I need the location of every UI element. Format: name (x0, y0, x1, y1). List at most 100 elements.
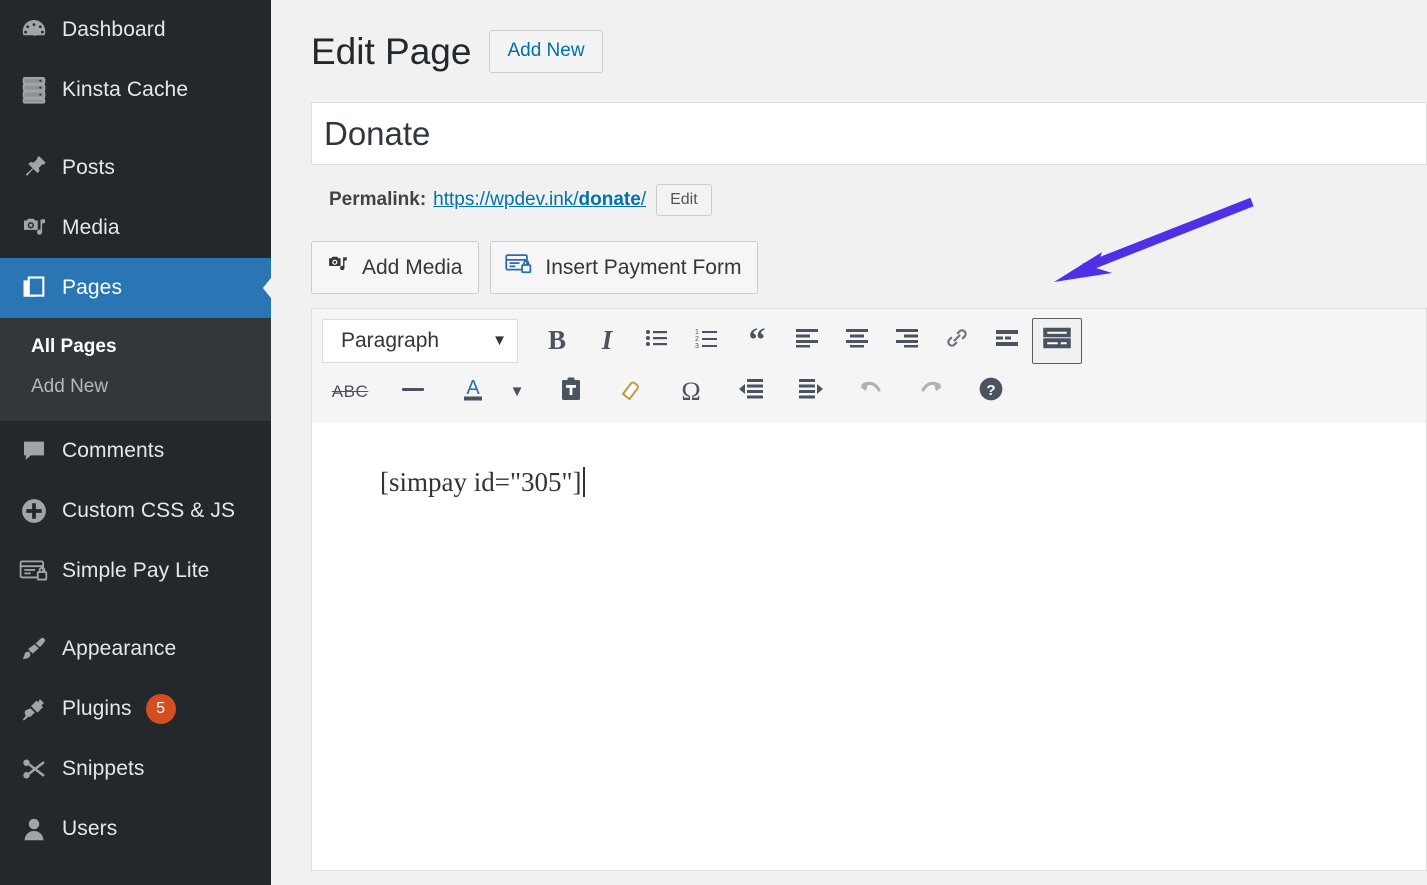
media-icon (6, 213, 62, 243)
pin-icon (6, 153, 62, 183)
bold-button[interactable]: B (532, 318, 582, 364)
sidebar-item-label: Plugins (62, 697, 132, 721)
permalink-slug: donate (579, 189, 641, 210)
pages-icon (6, 274, 62, 302)
comment-icon (6, 436, 62, 466)
insert-link-button[interactable] (932, 318, 982, 364)
sidebar-item-label: Simple Pay Lite (62, 559, 209, 583)
sidebar-subitem-label: All Pages (31, 336, 117, 357)
edit-permalink-button[interactable]: Edit (656, 184, 712, 216)
sidebar-item-custom-css-js[interactable]: Custom CSS & JS (0, 481, 271, 541)
admin-sidebar: Dashboard Kinsta Cache (0, 0, 271, 885)
chevron-down-icon: ▼ (510, 383, 525, 400)
sidebar-item-users[interactable]: Users (0, 799, 271, 859)
paragraph-format-select[interactable]: Paragraph ▼ (322, 319, 518, 363)
align-right-icon (895, 328, 919, 353)
page-header: Edit Page Add New (311, 0, 1427, 80)
blockquote-icon: “ (749, 329, 766, 353)
paragraph-format-value: Paragraph (341, 329, 439, 353)
paste-as-text-button[interactable] (546, 369, 596, 415)
post-title-input[interactable]: Donate (311, 102, 1427, 165)
permalink-suffix: / (641, 189, 646, 210)
permalink-prefix: https://wpdev.ink/ (433, 189, 578, 210)
redo-button[interactable] (906, 369, 956, 415)
italic-icon: I (602, 325, 613, 356)
sidebar-item-snippets[interactable]: Snippets (0, 739, 271, 799)
decrease-indent-button[interactable] (726, 369, 776, 415)
sidebar-subitem-label: Add New (31, 376, 108, 397)
sidebar-item-media[interactable]: Media (0, 198, 271, 258)
add-new-button[interactable]: Add New (489, 30, 602, 73)
editor-content-text: [simpay id="305"] (380, 467, 582, 498)
server-icon (6, 75, 62, 105)
edit-page-main: Edit Page Add New Donate Permalink: http… (271, 0, 1427, 885)
increase-indent-button[interactable] (786, 369, 836, 415)
media-buttons-row: Add Media Insert Payment Form (311, 241, 1427, 294)
sidebar-item-comments[interactable]: Comments (0, 421, 271, 481)
align-center-button[interactable] (832, 318, 882, 364)
text-color-button[interactable]: A (448, 369, 498, 415)
sidebar-item-label: Appearance (62, 637, 176, 661)
sidebar-item-posts[interactable]: Posts (0, 138, 271, 198)
plus-circle-icon (6, 496, 62, 526)
svg-text:3: 3 (695, 343, 699, 349)
svg-text:A: A (466, 377, 480, 399)
undo-icon (857, 377, 885, 406)
sidebar-item-simple-pay-lite[interactable]: Simple Pay Lite (0, 541, 271, 601)
blockquote-button[interactable]: “ (732, 318, 782, 364)
read-more-button[interactable] (982, 318, 1032, 364)
sidebar-item-kinsta-cache[interactable]: Kinsta Cache (0, 60, 271, 120)
special-character-button[interactable]: Ω (666, 369, 716, 415)
toolbar-toggle-button[interactable] (1032, 318, 1082, 364)
keyboard-shortcuts-button[interactable]: ? (966, 369, 1016, 415)
strikethrough-button[interactable]: ABC (322, 369, 378, 415)
sidebar-submenu-pages: All Pages Add New (0, 318, 271, 421)
dashboard-icon (6, 15, 62, 45)
media-icon (326, 252, 351, 283)
sidebar-subitem-all-pages[interactable]: All Pages (0, 327, 271, 367)
increase-indent-icon (798, 378, 824, 405)
numbered-list-button[interactable]: 1 2 3 (682, 318, 732, 364)
align-left-icon (795, 328, 819, 353)
italic-button[interactable]: I (582, 318, 632, 364)
insert-payment-form-button[interactable]: Insert Payment Form (490, 241, 758, 294)
bulleted-list-button[interactable] (632, 318, 682, 364)
undo-button[interactable] (846, 369, 896, 415)
user-icon (6, 814, 62, 844)
sidebar-item-dashboard[interactable]: Dashboard (0, 0, 271, 60)
svg-text:1: 1 (695, 329, 699, 336)
sidebar-item-label: Users (62, 817, 117, 841)
text-color-options-button[interactable]: ▼ (498, 369, 536, 415)
sidebar-item-plugins[interactable]: Plugins 5 (0, 679, 271, 739)
strikethrough-icon: ABC (332, 382, 368, 402)
sidebar-item-label: Media (62, 216, 120, 240)
permalink-label: Permalink: (329, 189, 426, 211)
sidebar-item-label: Pages (62, 276, 122, 300)
paintbrush-icon (6, 634, 62, 664)
sidebar-item-appearance[interactable]: Appearance (0, 619, 271, 679)
editor-toolbar-row-2: ABC A (322, 366, 1418, 417)
svg-text:2: 2 (695, 336, 699, 343)
permalink-link[interactable]: https://wpdev.ink/donate/ (433, 189, 646, 211)
text-color-icon: A (460, 375, 486, 408)
sidebar-item-label: Kinsta Cache (62, 78, 188, 102)
post-title-value: Donate (324, 115, 430, 153)
add-media-button[interactable]: Add Media (311, 241, 479, 294)
redo-icon (917, 377, 945, 406)
add-media-label: Add Media (362, 256, 462, 280)
special-character-icon: Ω (681, 377, 700, 407)
paste-as-text-icon (559, 376, 583, 407)
insert-payment-form-label: Insert Payment Form (545, 256, 741, 280)
plugins-update-badge: 5 (146, 694, 176, 724)
align-right-button[interactable] (882, 318, 932, 364)
align-left-button[interactable] (782, 318, 832, 364)
editor-content-area[interactable]: [simpay id="305"] (311, 423, 1427, 871)
payment-card-icon (6, 558, 62, 584)
sidebar-subitem-add-new[interactable]: Add New (0, 367, 271, 407)
clear-formatting-button[interactable] (606, 369, 656, 415)
sidebar-separator (0, 120, 271, 138)
sidebar-item-label: Comments (62, 439, 164, 463)
sidebar-item-pages[interactable]: Pages (0, 258, 271, 318)
horizontal-rule-button[interactable] (388, 369, 438, 415)
link-icon (945, 326, 969, 355)
